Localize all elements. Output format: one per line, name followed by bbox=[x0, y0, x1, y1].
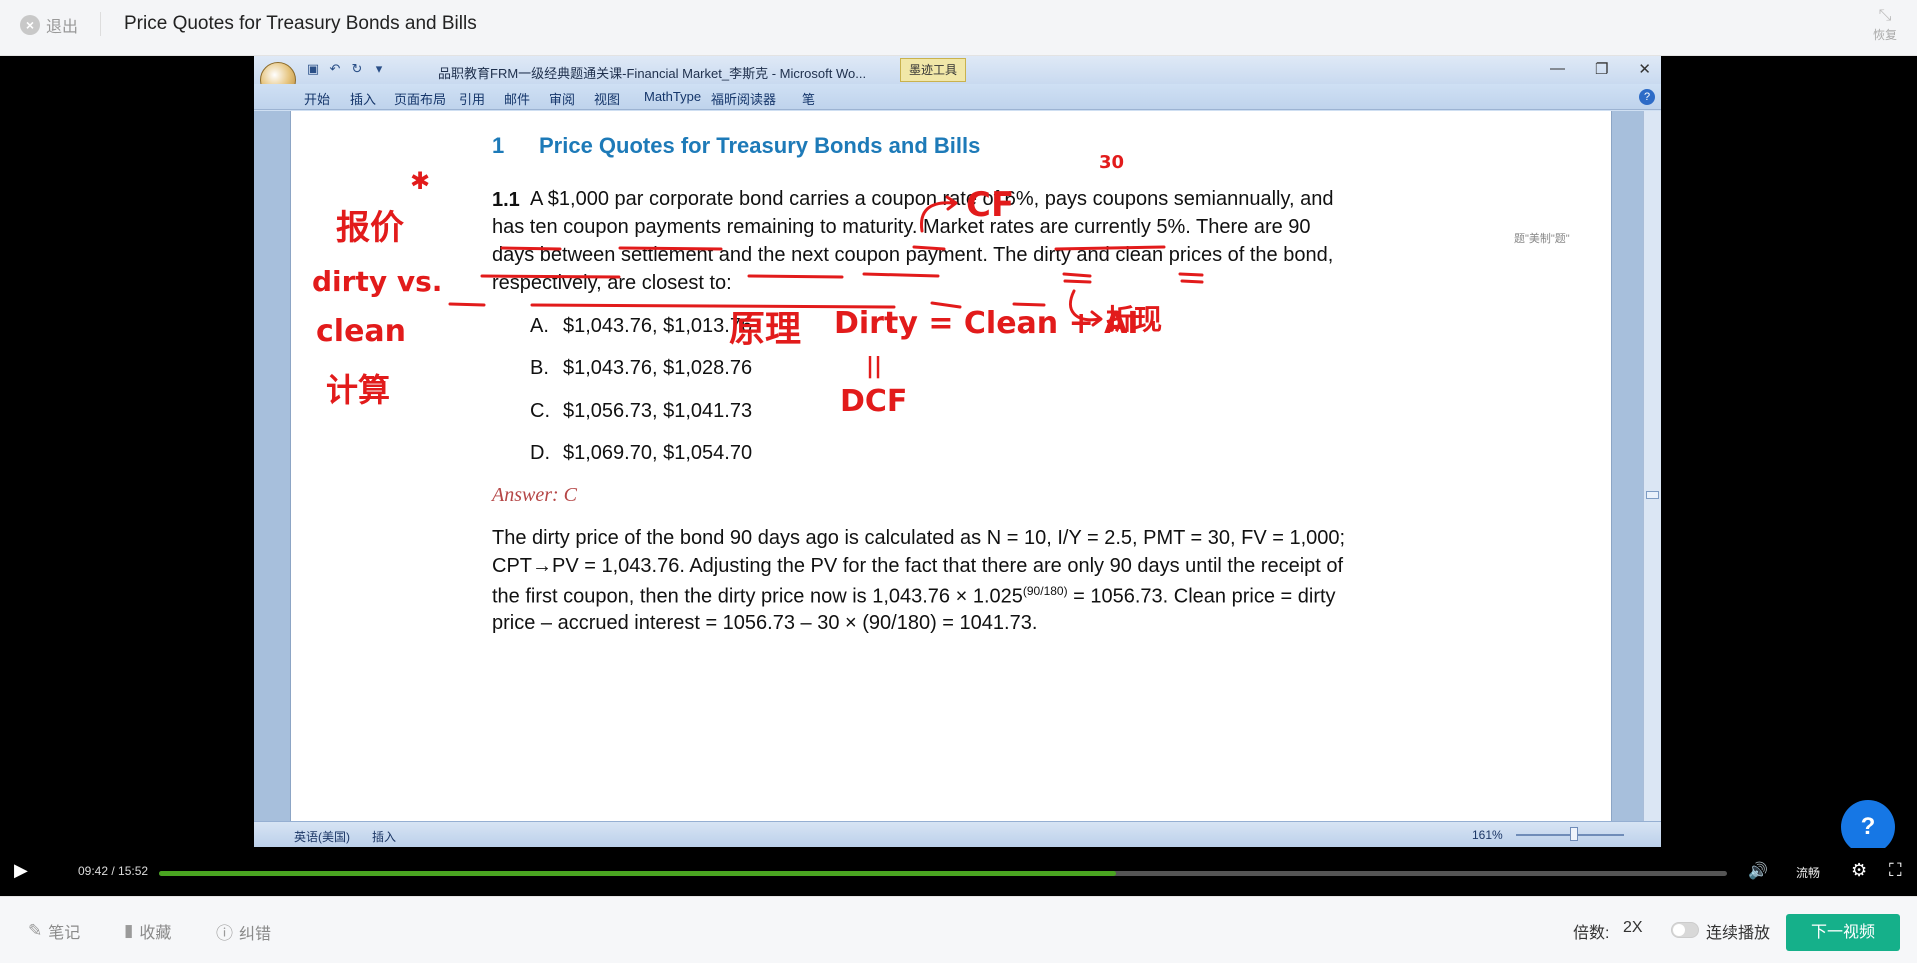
play-button[interactable]: ▶ bbox=[14, 860, 38, 884]
ribbon-tab: 笔 bbox=[802, 92, 816, 107]
option-letter: C. bbox=[530, 400, 550, 422]
quick-access-toolbar: ▣ ↶ ↻ ▾ bbox=[304, 60, 388, 78]
ribbon-tab: 审阅 bbox=[549, 92, 576, 107]
explanation-line-3: the first coupon, then the dirty price n… bbox=[492, 584, 1418, 609]
explanation-line-3-tail: = 1056.73. Clean price = dirty bbox=[1067, 585, 1336, 608]
ribbon-tab: 插入 bbox=[350, 92, 377, 107]
ribbon-tab: MathType bbox=[644, 89, 702, 104]
exponent: (90/180) bbox=[1022, 584, 1068, 598]
exit-label: 退出 bbox=[46, 19, 79, 36]
redo-icon: ↻ bbox=[351, 61, 363, 76]
question-line: A $1,000 par corporate bond carries a co… bbox=[530, 188, 1334, 210]
document-title: 品职教育FRM一级经典题通关课-Financial Market_李斯克 - M… bbox=[438, 66, 867, 81]
question-number: 1.1 bbox=[492, 189, 520, 211]
status-mode: 插入 bbox=[372, 830, 397, 844]
video-area[interactable]: ▣ ↶ ↻ ▾ 品职教育FRM一级经典题通关课-Financial Market… bbox=[0, 56, 1917, 848]
minimize-icon: — bbox=[1549, 60, 1565, 77]
close-window-icon: ✕ bbox=[1638, 61, 1651, 78]
play-icon: ▶ bbox=[14, 860, 28, 880]
customize-icon: ▾ bbox=[375, 61, 383, 76]
save-icon: ▣ bbox=[306, 61, 320, 76]
undo-icon: ↶ bbox=[329, 61, 341, 76]
restore-label: 恢复 bbox=[1872, 28, 1897, 42]
explanation-line: The dirty price of the bond 90 days ago … bbox=[492, 527, 1346, 549]
option-text: $1,056.73, $1,041.73 bbox=[563, 400, 753, 422]
fullscreen-icon[interactable]: ⛶ bbox=[1889, 860, 1902, 881]
maximize-icon: ❐ bbox=[1594, 61, 1609, 78]
explanation-line-3-head: the first coupon, then the dirty price n… bbox=[492, 585, 1023, 608]
ribbon-tabs: 开始 插入 页面布局 引用 邮件 审阅 视图 MathType 福昕阅读器 笔 … bbox=[254, 84, 1661, 110]
gear-icon[interactable]: ⚙ bbox=[1851, 860, 1867, 881]
exit-button[interactable]: × 退出 bbox=[20, 13, 78, 37]
question-icon: ? bbox=[1860, 813, 1876, 840]
divider bbox=[100, 12, 101, 36]
time-display: 09:42 / 15:52 bbox=[78, 864, 149, 878]
ribbon-tab: 视图 bbox=[594, 92, 621, 107]
autoplay-toggle[interactable] bbox=[1671, 922, 1699, 938]
ribbon-tab: 邮件 bbox=[504, 92, 531, 107]
word-window: ▣ ↶ ↻ ▾ 品职教育FRM一级经典题通关课-Financial Market… bbox=[254, 56, 1661, 847]
option-text: $1,043.76, $1,013.76 bbox=[563, 315, 753, 337]
zoom-level: 161% bbox=[1472, 828, 1503, 842]
side-watermark: 题"美制"题" bbox=[1514, 233, 1570, 245]
explanation-line: CPT→PV = 1,043.76. Adjusting the PV for … bbox=[492, 555, 1344, 577]
note-label: 笔记 bbox=[48, 925, 81, 942]
speed-selector[interactable]: 2X bbox=[1623, 919, 1643, 937]
section-title: Price Quotes for Treasury Bonds and Bill… bbox=[539, 133, 981, 158]
zoom-knob bbox=[1570, 827, 1578, 841]
volume-icon[interactable]: 🔊 bbox=[1748, 861, 1768, 881]
pencil-icon: ✎ bbox=[28, 921, 43, 940]
toggle-knob bbox=[1673, 924, 1685, 936]
vertical-scrollbar[interactable] bbox=[1643, 111, 1661, 821]
status-language: 英语(美国) bbox=[294, 830, 350, 844]
bottom-bar: ✎ 笔记 ▮ 收藏 ⓘ 纠错 倍数: 2X 连续播放 下一视频 bbox=[0, 896, 1917, 963]
autoplay-label: 连续播放 bbox=[1706, 925, 1771, 942]
progress-fill bbox=[159, 871, 1117, 876]
question-line: days between settlement and the next cou… bbox=[492, 244, 1334, 266]
next-video-button[interactable]: 下一视频 bbox=[1786, 914, 1900, 951]
top-bar: × 退出 Price Quotes for Treasury Bonds and… bbox=[0, 0, 1917, 56]
word-status-bar: 英语(美国) 插入 161% bbox=[254, 821, 1661, 847]
option-letter: B. bbox=[530, 357, 549, 379]
collect-button[interactable]: ▮ 收藏 bbox=[124, 919, 171, 943]
close-icon: × bbox=[20, 15, 40, 35]
option-text: $1,043.76, $1,028.76 bbox=[563, 357, 753, 379]
progress-bar[interactable] bbox=[159, 871, 1727, 876]
word-title-bar: ▣ ↶ ↻ ▾ 品职教育FRM一级经典题通关课-Financial Market… bbox=[254, 56, 1661, 98]
document-canvas: 1 Price Quotes for Treasury Bonds and Bi… bbox=[254, 111, 1661, 821]
help-icon: ? bbox=[1639, 89, 1655, 105]
restore-button[interactable]: ⤡ 恢复 bbox=[1873, 6, 1897, 43]
bookmark-icon: ▮ bbox=[124, 921, 134, 940]
answer-label: Answer: C bbox=[492, 484, 577, 506]
alert-icon: ⓘ bbox=[216, 924, 233, 943]
report-label: 纠错 bbox=[239, 925, 272, 943]
ribbon-tab: 引用 bbox=[459, 92, 486, 107]
document-page: 1 Price Quotes for Treasury Bonds and Bi… bbox=[290, 111, 1612, 821]
video-title: Price Quotes for Treasury Bonds and Bill… bbox=[124, 13, 477, 34]
scroll-thumb[interactable] bbox=[1646, 491, 1659, 499]
collect-label: 收藏 bbox=[139, 925, 172, 942]
ink-tools-tab: 墨迹工具 bbox=[900, 58, 967, 82]
speed-label: 倍数: bbox=[1573, 925, 1610, 942]
ribbon-tab: 开始 bbox=[304, 92, 331, 107]
quality-button[interactable]: 流畅 bbox=[1796, 864, 1820, 881]
question-line: has ten coupon payments remaining to mat… bbox=[492, 216, 1311, 238]
report-button[interactable]: ⓘ 纠错 bbox=[216, 919, 271, 944]
question-line: respectively, are closest to: bbox=[492, 272, 732, 294]
shrink-icon: ⤡ bbox=[1878, 7, 1892, 24]
help-button[interactable]: ? bbox=[1841, 800, 1895, 854]
option-text: $1,069.70, $1,054.70 bbox=[563, 442, 753, 464]
section-number: 1 bbox=[492, 133, 505, 158]
option-letter: D. bbox=[530, 442, 550, 464]
ribbon-tab: 页面布局 bbox=[394, 92, 447, 107]
ribbon-tab: 福昕阅读器 bbox=[711, 92, 777, 107]
player-controls: ▶ 09:42 / 15:52 🔊 流畅 ⚙ ⛶ bbox=[0, 848, 1917, 896]
explanation-line: price – accrued interest = 1056.73 – 30 … bbox=[492, 612, 1038, 634]
option-letter: A. bbox=[530, 315, 549, 337]
window-controls: — ❐ ✕ bbox=[1550, 60, 1651, 78]
note-button[interactable]: ✎ 笔记 bbox=[28, 919, 80, 943]
